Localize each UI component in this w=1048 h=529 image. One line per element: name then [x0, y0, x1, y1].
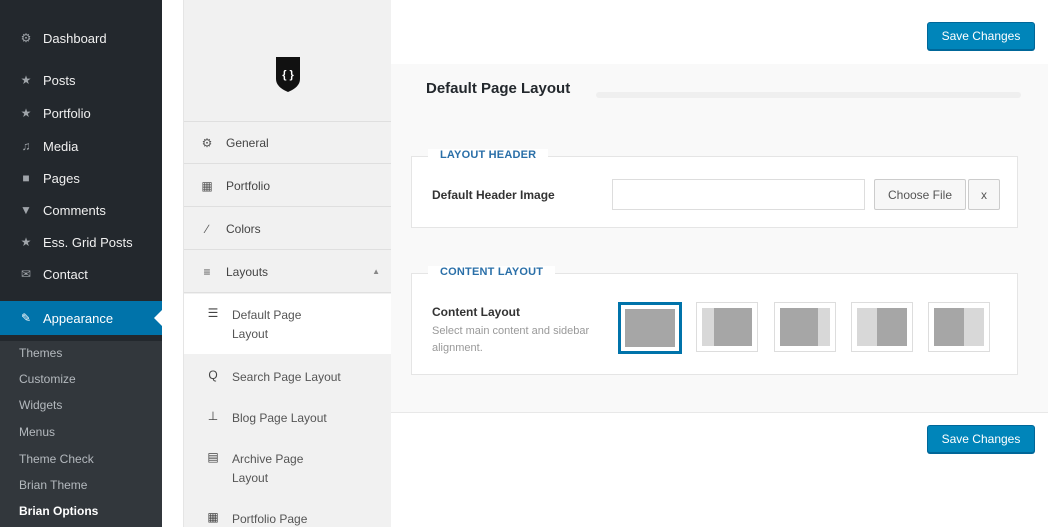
pin-icon: ⊥	[207, 409, 219, 423]
menu-item-media[interactable]: ♫ Media	[0, 133, 162, 159]
menu-item-pages[interactable]: ■ Pages	[0, 165, 162, 191]
appearance-submenu: Themes Customize Widgets Menus Theme Che…	[0, 341, 162, 527]
subnav-item-archive-page-layout[interactable]: ▤ Archive Page Layout	[184, 450, 392, 490]
archive-icon: ▤	[207, 450, 219, 464]
pin-icon: ★	[20, 106, 32, 120]
submenu-item-menus[interactable]: Menus	[19, 425, 55, 439]
content-layout-section: CONTENT LAYOUT Content Layout Select mai…	[411, 266, 1018, 375]
layout-option-right-sidebar-alt[interactable]	[928, 302, 990, 352]
media-icon: ♫	[21, 139, 31, 153]
nav-item-colors[interactable]: ∕ Colors	[184, 208, 392, 250]
layout-preview-main	[714, 308, 752, 346]
subnav-label: Default Page Layout	[232, 308, 302, 341]
layout-option-right-sidebar[interactable]	[774, 302, 836, 352]
subnav-label: Search Page Layout	[232, 370, 341, 384]
subnav-item-search-page-layout[interactable]: Q Search Page Layout	[184, 368, 392, 388]
search-icon: Q	[208, 368, 218, 382]
layout-option-full-width[interactable]	[618, 302, 682, 354]
brush-icon: ✎	[20, 311, 32, 325]
menu-label: Ess. Grid Posts	[43, 234, 133, 250]
section-title: CONTENT LAYOUT	[428, 266, 556, 278]
theme-logo-icon: { }	[276, 57, 300, 92]
choose-file-button[interactable]: Choose File	[874, 179, 966, 210]
layout-option-left-sidebar-alt[interactable]	[851, 302, 913, 352]
menu-item-posts[interactable]: ★ Posts	[0, 67, 162, 93]
nav-item-general[interactable]: ⚙ General	[184, 122, 392, 164]
layout-header-section: LAYOUT HEADER Default Header Image Choos…	[411, 149, 1018, 228]
wp-admin-sidebar: ⚙ Dashboard ★ Posts ★ Portfolio ♫ Media …	[0, 0, 162, 527]
menu-item-ess-grid-posts[interactable]: ★ Ess. Grid Posts	[0, 229, 162, 255]
menu-label: Portfolio	[43, 105, 91, 121]
align-icon: ≡	[203, 264, 211, 279]
layout-preview-sidebar	[964, 308, 984, 346]
layout-preview-main	[625, 309, 675, 347]
comment-icon: ▼	[20, 203, 32, 217]
section-title: LAYOUT HEADER	[428, 149, 549, 161]
chevron-up-icon: ▲	[372, 267, 380, 276]
page-icon: ■	[22, 171, 30, 185]
field-label: Default Header Image	[432, 188, 555, 202]
page-title: Default Page Layout	[426, 80, 571, 97]
menu-label: Media	[43, 138, 79, 154]
menu-label: Contact	[43, 266, 88, 282]
logo-text: { }	[282, 69, 294, 81]
nav-item-portfolio[interactable]: ▦ Portfolio	[184, 165, 392, 207]
field-label: Content Layout	[432, 305, 520, 319]
layout-preview-main	[877, 308, 907, 346]
menu-item-portfolio[interactable]: ★ Portfolio	[0, 100, 162, 126]
subnav-label: Portfolio Page	[232, 512, 308, 526]
menu-item-appearance[interactable]: ✎ Appearance	[0, 301, 162, 335]
layout-preview-sidebar	[702, 308, 714, 346]
options-main: Save Changes Default Page Layout LAYOUT …	[391, 0, 1048, 527]
layout-preview-main	[780, 308, 818, 346]
clear-file-button[interactable]: x	[968, 179, 1000, 210]
menu-item-comments[interactable]: ▼ Comments	[0, 197, 162, 223]
menu-label: Appearance	[43, 310, 114, 326]
top-action-bar: Save Changes	[391, 0, 1048, 65]
menu-label: Pages	[43, 170, 80, 186]
menu-label: Dashboard	[43, 30, 107, 46]
menu-label: Comments	[43, 202, 106, 218]
brush-icon: ∕	[205, 221, 208, 236]
options-logo-area: { }	[184, 0, 392, 122]
layout-preview-sidebar	[818, 308, 830, 346]
submenu-item-themes[interactable]: Themes	[19, 346, 62, 360]
menu-item-dashboard[interactable]: ⚙ Dashboard	[0, 25, 162, 51]
grid-icon: ▦	[207, 510, 219, 524]
nav-label: General	[226, 135, 269, 150]
menu-item-contact[interactable]: ✉ Contact	[0, 261, 162, 287]
grid-icon: ▦	[201, 178, 213, 193]
nav-label: Colors	[226, 221, 261, 236]
subnav-label: Archive Page Layout	[232, 452, 304, 485]
menu-label: Posts	[43, 72, 76, 88]
nav-item-layouts[interactable]: ≡ Layouts ▲	[184, 251, 392, 293]
subnav-item-blog-page-layout[interactable]: ⊥ Blog Page Layout	[184, 409, 392, 429]
gears-icon: ⚙	[201, 135, 213, 150]
submenu-item-brian-options[interactable]: Brian Options	[19, 504, 98, 518]
save-changes-button-bottom[interactable]: Save Changes	[927, 425, 1035, 453]
submenu-item-theme-check[interactable]: Theme Check	[19, 452, 94, 466]
layout-preview-main	[934, 308, 964, 346]
nav-label: Layouts	[226, 264, 269, 279]
save-changes-button-top[interactable]: Save Changes	[927, 22, 1035, 50]
pin-icon: ★	[20, 73, 32, 87]
subnav-item-default-page-layout[interactable]: ☰ Default Page Layout	[184, 294, 392, 354]
layout-preview-sidebar	[857, 308, 877, 346]
pin-icon: ★	[20, 235, 32, 249]
nav-label: Portfolio	[226, 178, 271, 193]
submenu-item-widgets[interactable]: Widgets	[19, 398, 62, 412]
submenu-item-customize[interactable]: Customize	[19, 372, 76, 386]
field-description: Select main content and sidebar alignmen…	[432, 325, 590, 354]
submenu-item-brian-theme[interactable]: Brian Theme	[19, 478, 87, 492]
subnav-label: Blog Page Layout	[232, 411, 327, 425]
subnav-item-portfolio-page[interactable]: ▦ Portfolio Page	[184, 510, 392, 527]
options-nav-panel: { } ⚙ General ▦ Portfolio ∕ Colors ≡ Lay…	[183, 0, 393, 527]
layout-option-left-sidebar[interactable]	[696, 302, 758, 352]
heading-divider	[596, 92, 1021, 98]
header-image-url-input[interactable]	[612, 179, 865, 210]
dashboard-icon: ⚙	[20, 31, 32, 45]
list-icon: ☰	[207, 306, 219, 320]
mail-icon: ✉	[20, 267, 32, 281]
